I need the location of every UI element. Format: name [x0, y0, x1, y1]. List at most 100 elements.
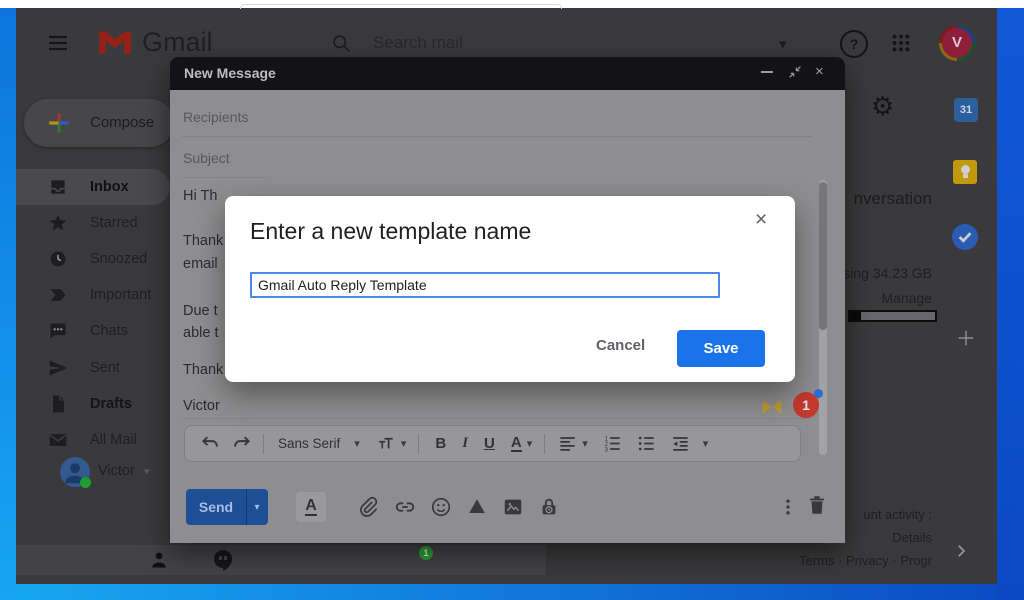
sidebar-item-label: Drafts [90, 396, 132, 412]
toolbar-divider [544, 434, 545, 454]
size-caret-icon[interactable]: ▾ [401, 437, 407, 450]
sidebar-item-starred[interactable]: Starred [16, 205, 170, 241]
footer-links-text[interactable]: Terms · Privacy · Progr [772, 553, 932, 568]
bold-button[interactable]: B [435, 435, 446, 452]
gmail-wordmark: Gmail [142, 27, 213, 58]
get-addons-plus-icon[interactable] [955, 327, 977, 349]
font-caret-icon[interactable]: ▾ [354, 437, 360, 450]
avatar-letter: V [942, 28, 972, 58]
contacts-person-icon[interactable] [149, 550, 169, 570]
bullet-list-icon[interactable] [637, 434, 656, 453]
body-line: able t [183, 325, 218, 341]
insert-emoji-icon[interactable] [430, 496, 452, 518]
gmail-logo-icon[interactable] [96, 28, 134, 57]
more-formatting-caret-icon[interactable]: ▾ [703, 437, 709, 450]
sidebar-item-label: All Mail [90, 432, 137, 448]
sidebar-profile[interactable]: Victor ▾ [16, 452, 170, 492]
sidebar-item-label: Chats [90, 323, 128, 339]
send-options-caret-icon[interactable]: ▾ [247, 502, 267, 513]
tasks-icon[interactable] [952, 224, 978, 250]
sidebar-item-inbox[interactable]: Inbox [16, 169, 170, 205]
sidebar-item-chats[interactable]: Chats [16, 313, 170, 349]
scrollbar-thumb[interactable] [819, 182, 827, 330]
notification-dot [814, 389, 823, 398]
settings-gear-icon[interactable]: ⚙ [871, 92, 894, 122]
formatting-toolbar: Sans Serif ▾ ▾ B I U A ▾ ▾ 123 ▾ [184, 425, 801, 462]
hangouts-icon[interactable]: 1 [211, 548, 235, 572]
sidebar-item-drafts[interactable]: Drafts [16, 386, 170, 422]
save-button[interactable]: Save [677, 330, 765, 367]
body-line: email [183, 256, 218, 272]
discard-draft-trash-icon[interactable] [806, 494, 828, 516]
more-options-icon[interactable] [778, 496, 798, 518]
sidebar-item-label: Starred [90, 215, 138, 231]
browser-edge-line [240, 4, 562, 9]
sidebar-item-snoozed[interactable]: Snoozed [16, 241, 170, 277]
minimize-icon[interactable] [761, 71, 773, 73]
sidebar-item-label: Sent [90, 360, 120, 376]
desktop-frame-right [997, 8, 1024, 600]
exit-fullscreen-icon[interactable] [787, 64, 803, 80]
keep-bulb-base [963, 174, 968, 178]
numbered-list-icon[interactable]: 123 [603, 434, 622, 453]
italic-button[interactable]: I [462, 435, 468, 452]
multicolor-plus-icon [46, 110, 72, 136]
calendar-icon[interactable]: 31 [954, 98, 978, 122]
font-name-select[interactable]: Sans Serif [278, 436, 340, 451]
text-color-button[interactable]: A [511, 435, 522, 452]
subject-field[interactable]: Subject [183, 150, 230, 166]
toolbar-divider [263, 434, 264, 454]
search-input[interactable]: Search mail [373, 33, 463, 53]
main-menu-icon[interactable] [46, 31, 70, 55]
insert-image-icon[interactable] [502, 496, 524, 518]
send-button[interactable]: Send ▾ [186, 489, 268, 525]
close-compose-icon[interactable]: × [815, 63, 824, 80]
keep-icon[interactable] [953, 160, 977, 184]
undo-icon[interactable] [201, 434, 220, 453]
align-icon[interactable] [558, 434, 577, 453]
drive-icon[interactable] [466, 496, 488, 518]
body-line: Hi Th [183, 188, 217, 204]
sidebar-item-sent[interactable]: Sent [16, 350, 170, 386]
extension-icon[interactable] [760, 395, 784, 419]
compose-button[interactable]: Compose [24, 99, 174, 147]
dialog-close-icon[interactable]: × [755, 208, 767, 232]
dialog-title: Enter a new template name [250, 218, 531, 245]
align-caret-icon[interactable]: ▾ [582, 437, 588, 450]
insert-link-icon[interactable] [394, 496, 416, 518]
sidebar-item-important[interactable]: Important [16, 277, 170, 313]
compose-header[interactable]: New Message × [170, 57, 845, 90]
help-icon[interactable]: ? [840, 30, 868, 58]
sidebar-item-label: Important [90, 287, 151, 303]
indent-icon[interactable] [671, 434, 690, 453]
color-caret-icon[interactable]: ▾ [527, 437, 533, 450]
text-size-icon[interactable] [376, 435, 396, 453]
body-line: Due t [183, 303, 218, 319]
sidebar-item-label: Inbox [90, 179, 129, 195]
underline-button[interactable]: U [484, 435, 495, 452]
template-name-input[interactable] [250, 272, 720, 298]
template-name-dialog: × Enter a new template name Cancel Save [225, 196, 795, 382]
hangouts-badge: 1 [419, 546, 433, 560]
compose-title: New Message [184, 65, 276, 81]
send-label: Send [186, 499, 246, 515]
compose-label: Compose [90, 114, 154, 131]
footer-bar: 1 [16, 545, 546, 575]
desktop-frame-left [0, 8, 16, 600]
keep-bulb-shape [961, 165, 970, 174]
compose-scrollbar[interactable] [819, 180, 827, 455]
field-separator [183, 136, 811, 137]
hide-side-panel-chevron-icon[interactable] [952, 542, 970, 560]
cancel-button[interactable]: Cancel [590, 332, 650, 358]
account-avatar[interactable]: V [939, 25, 975, 61]
formatting-options-button[interactable]: A [296, 492, 326, 522]
google-apps-icon[interactable] [890, 32, 912, 54]
toolbar-separator [183, 418, 811, 419]
search-options-caret-icon[interactable]: ▾ [779, 35, 787, 53]
attach-file-icon[interactable] [357, 496, 379, 518]
redo-icon[interactable] [232, 434, 251, 453]
recipients-field[interactable]: Recipients [183, 109, 248, 125]
search-icon[interactable] [331, 33, 352, 54]
screen: Gmail Search mail ▾ ? V ⚙ 31 nversation … [0, 0, 1024, 600]
confidential-mode-icon[interactable] [538, 496, 560, 518]
